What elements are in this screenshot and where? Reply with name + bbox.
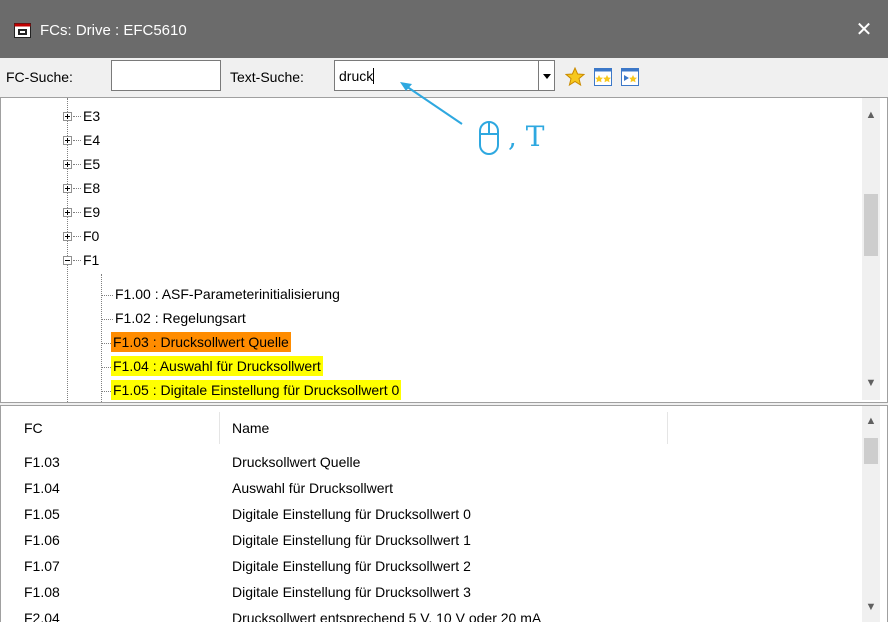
mouse-icon [479, 121, 499, 155]
annotation-label: , T [508, 120, 545, 153]
annotation-arrow [400, 82, 499, 155]
